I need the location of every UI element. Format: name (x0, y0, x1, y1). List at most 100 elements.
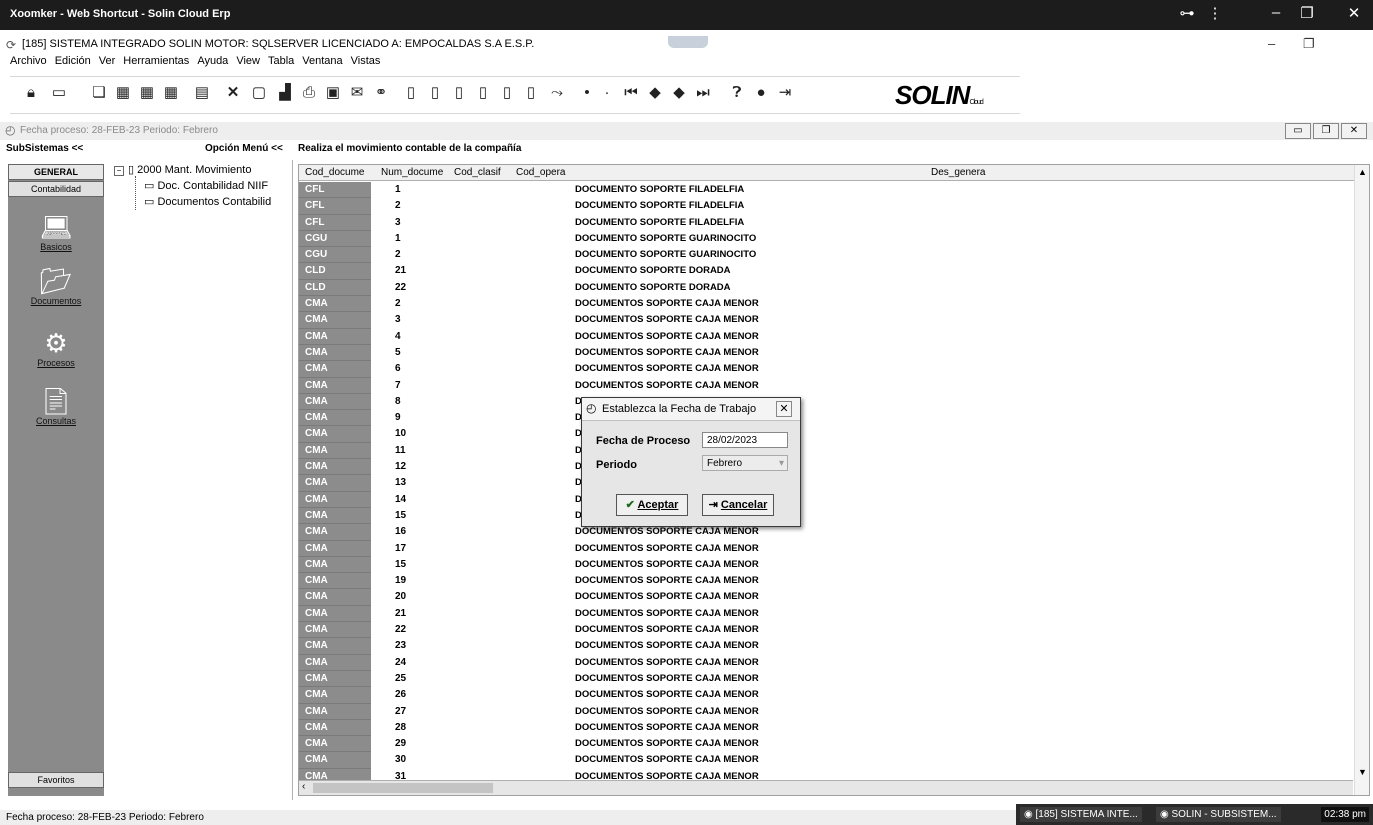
cell-cod-docume[interactable]: CLD (299, 263, 371, 280)
cell-cod-docume[interactable]: CMA (299, 361, 371, 378)
cell-cod-docume[interactable]: CMA (299, 344, 371, 362)
table-row[interactable]: CMA 20 DOCUMENTOS SOPORTE CAJA MENOR (299, 589, 1353, 606)
table-row[interactable]: CMA 16 DOCUMENTOS SOPORTE CAJA MENOR (299, 524, 1353, 541)
fecha-proceso-input[interactable]: 28/02/2023 (702, 432, 788, 448)
menu-archivo[interactable]: Archivo (10, 55, 47, 67)
lock-icon[interactable]: 🔒︎ (22, 84, 40, 102)
table-row[interactable]: CMA 28 DOCUMENTOS SOPORTE CAJA MENOR (299, 719, 1353, 737)
cell-num-docume[interactable]: 27 (395, 704, 406, 720)
menu-ver[interactable]: Ver (99, 55, 116, 67)
cell-des-genera[interactable]: DOCUMENTOS SOPORTE CAJA MENOR (575, 296, 759, 312)
cell-num-docume[interactable]: 7 (395, 378, 401, 394)
table-row[interactable]: CGU 2 DOCUMENTO SOPORTE GUARINOCITO (299, 247, 1353, 264)
collapse-tab[interactable] (668, 36, 708, 48)
menu-ventana[interactable]: Ventana (302, 55, 342, 67)
tree-node-documentos[interactable]: ▭ Documentos Contabilid (144, 195, 271, 208)
cell-num-docume[interactable]: 22 (395, 280, 406, 296)
table-row[interactable]: CMA 15 DOCUMENTOS SOPORTE CAJA MENOR (299, 556, 1353, 574)
col-cod-docume[interactable]: Cod_docume (305, 167, 364, 178)
subsystem-consultas[interactable]: 📄︎ Consultas (8, 386, 104, 426)
table-save-icon[interactable]: ▦ (162, 84, 180, 102)
delete-icon[interactable]: ✕ (224, 84, 242, 102)
table-row[interactable]: CMA 8 D (299, 393, 1353, 411)
inner-restore-icon[interactable]: ❐ (1313, 123, 1339, 139)
cell-cod-docume[interactable]: CGU (299, 247, 371, 264)
dash-icon[interactable]: · (598, 84, 616, 102)
help-icon[interactable]: ❓︎ (728, 84, 746, 102)
cell-des-genera[interactable]: DOCUMENTOS SOPORTE CAJA MENOR (575, 329, 759, 345)
col-num-docume[interactable]: Num_docume (381, 167, 443, 178)
favoritos-button[interactable]: Favoritos (8, 772, 104, 788)
user-icon[interactable]: ● (752, 84, 770, 102)
cell-des-genera[interactable]: DOCUMENTOS SOPORTE CAJA MENOR (575, 752, 759, 768)
cell-des-genera[interactable]: DOCUMENTO SOPORTE GUARINOCITO (575, 247, 756, 263)
dot-icon[interactable]: • (578, 84, 596, 102)
cell-des-genera[interactable]: DOCUMENTOS SOPORTE CAJA MENOR (575, 589, 759, 605)
cell-num-docume[interactable]: 2 (395, 296, 401, 312)
first-record-icon[interactable]: ⏮ (622, 84, 640, 102)
menu-vistas[interactable]: Vistas (351, 55, 381, 67)
taskbar-item-sistema[interactable]: ◉ [185] SISTEMA INTE... (1020, 807, 1142, 822)
cell-num-docume[interactable]: 1 (395, 182, 401, 198)
mail-icon[interactable]: ✉ (348, 84, 366, 102)
col-des-genera[interactable]: Des_genera (931, 167, 985, 178)
col-cod-opera[interactable]: Cod_opera (516, 167, 565, 178)
cell-des-genera[interactable]: DOCUMENTO SOPORTE GUARINOCITO (575, 231, 756, 247)
cell-cod-docume[interactable]: CMA (299, 459, 371, 476)
cell-des-genera[interactable]: DOCUMENTOS SOPORTE CAJA MENOR (575, 345, 759, 361)
table-row[interactable]: CMA 27 DOCUMENTOS SOPORTE CAJA MENOR (299, 703, 1353, 720)
table-row[interactable]: CFL 1 DOCUMENTO SOPORTE FILADELFIA (299, 182, 1353, 199)
cell-num-docume[interactable]: 11 (395, 443, 406, 459)
cell-cod-docume[interactable]: CMA (299, 328, 371, 345)
table-row[interactable]: CLD 22 DOCUMENTO SOPORTE DORADA (299, 279, 1353, 297)
tree-node-doc-niif[interactable]: ▭ Doc. Contabilidad NIIF (144, 179, 268, 192)
cell-cod-docume[interactable]: CLD (299, 279, 371, 297)
cell-cod-docume[interactable]: CMA (299, 703, 371, 720)
inner-minimize-icon[interactable]: ▭ (1285, 123, 1311, 139)
table-row[interactable]: CMA 22 DOCUMENTOS SOPORTE CAJA MENOR (299, 622, 1353, 639)
cell-des-genera[interactable]: DOCUMENTO SOPORTE FILADELFIA (575, 215, 744, 231)
col-cod-clasif[interactable]: Cod_clasif (454, 167, 501, 178)
cell-num-docume[interactable]: 26 (395, 687, 406, 703)
cell-des-genera[interactable]: DOCUMENTOS SOPORTE CAJA MENOR (575, 606, 759, 622)
cell-cod-docume[interactable]: CMA (299, 736, 371, 753)
table-row[interactable]: CMA 14 D (299, 491, 1353, 508)
cell-des-genera[interactable]: DOCUMENTOS SOPORTE CAJA MENOR (575, 720, 759, 736)
cell-des-genera[interactable]: DOCUMENTOS SOPORTE CAJA MENOR (575, 361, 759, 377)
periodo-select[interactable]: Febrero ▾ (702, 455, 788, 471)
vertical-scrollbar[interactable]: ▲ ▼ (1354, 165, 1369, 795)
cell-cod-docume[interactable]: CMA (299, 377, 371, 394)
prev-record-icon[interactable]: ◆ (646, 84, 664, 102)
inner-close-icon[interactable]: ✕ (1341, 123, 1367, 139)
cell-cod-docume[interactable]: CMA (299, 589, 371, 606)
minimize-window-icon[interactable]: – (1265, 4, 1287, 21)
kebab-menu-icon[interactable]: ⋮ (1204, 4, 1226, 22)
dialog-close-icon[interactable]: ✕ (776, 401, 792, 417)
table-row[interactable]: CMA 23 DOCUMENTOS SOPORTE CAJA MENOR (299, 638, 1353, 655)
cell-num-docume[interactable]: 16 (395, 524, 406, 540)
cell-num-docume[interactable]: 14 (395, 492, 406, 508)
cell-des-genera[interactable]: DOCUMENTO SOPORTE DORADA (575, 280, 731, 296)
binoculars-icon[interactable]: ⚭ (372, 84, 390, 102)
table-add-icon[interactable]: ▦ (114, 84, 132, 102)
close-window-icon[interactable]: ✕ (1343, 4, 1365, 22)
doc-3-icon[interactable]: ▯ (450, 84, 468, 102)
cell-des-genera[interactable]: DOCUMENTOS SOPORTE CAJA MENOR (575, 622, 759, 638)
cell-num-docume[interactable]: 30 (395, 752, 406, 768)
table-row[interactable]: CMA 30 DOCUMENTOS SOPORTE CAJA MENOR (299, 752, 1353, 769)
cell-cod-docume[interactable]: CMA (299, 507, 371, 525)
table-row[interactable]: CMA 6 DOCUMENTOS SOPORTE CAJA MENOR (299, 361, 1353, 378)
cell-num-docume[interactable]: 29 (395, 736, 406, 752)
table-row[interactable]: CFL 3 DOCUMENTO SOPORTE FILADELFIA (299, 214, 1353, 231)
contabilidad-button[interactable]: Contabilidad (8, 181, 104, 197)
cell-num-docume[interactable]: 10 (395, 426, 406, 442)
next-record-icon[interactable]: ◆ (670, 84, 688, 102)
taskbar-item-solin[interactable]: ◉ SOLIN - SUBSISTEM... (1156, 807, 1281, 822)
table-row[interactable]: CFL 2 DOCUMENTO SOPORTE FILADELFIA (299, 198, 1353, 215)
table-row[interactable]: CGU 1 DOCUMENTO SOPORTE GUARINOCITO (299, 230, 1353, 248)
last-record-icon[interactable]: ⏭ (694, 84, 712, 102)
cell-num-docume[interactable]: 13 (395, 475, 406, 491)
doc-4-icon[interactable]: ▯ (474, 84, 492, 102)
doc-5-icon[interactable]: ▯ (498, 84, 516, 102)
cell-num-docume[interactable]: 24 (395, 655, 406, 671)
